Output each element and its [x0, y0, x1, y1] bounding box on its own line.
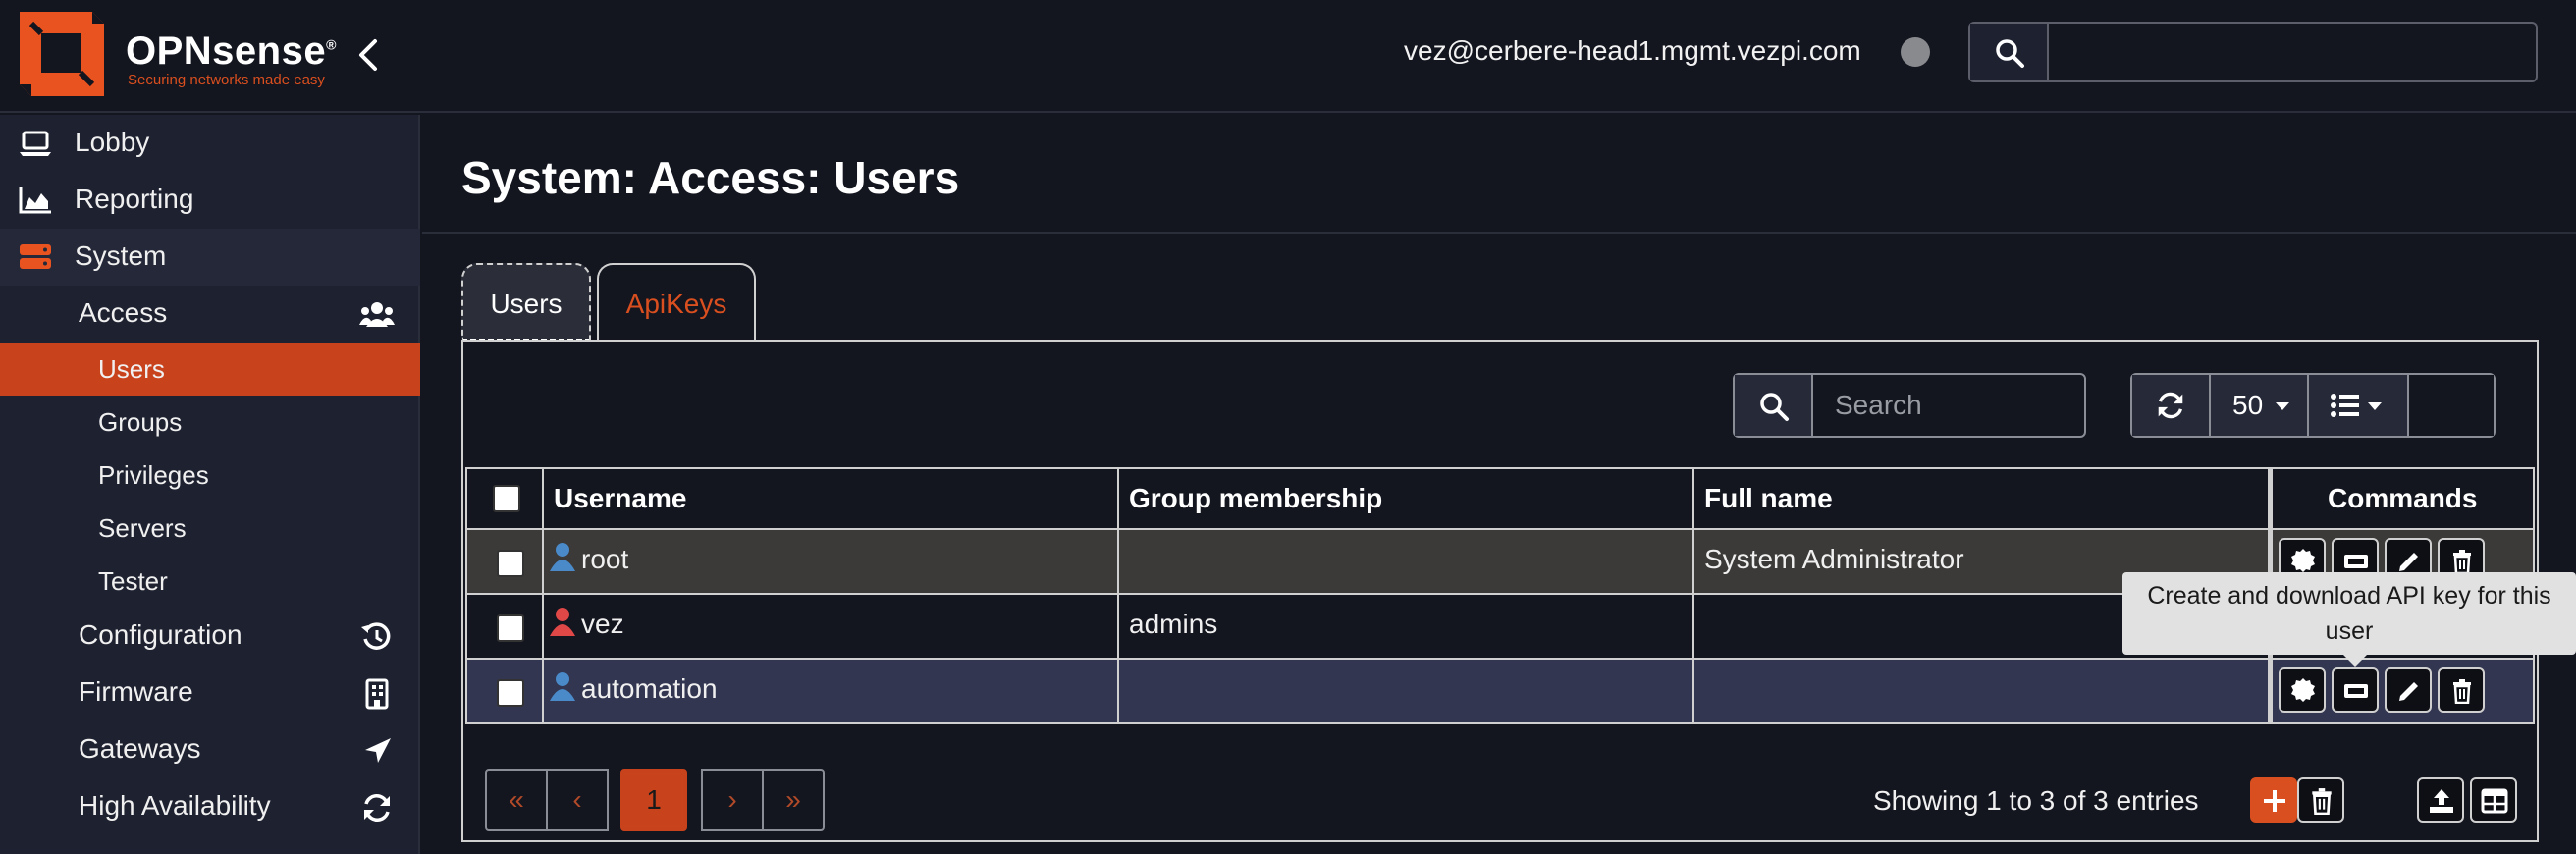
sidebar-item-lobby[interactable]: Lobby	[0, 115, 420, 172]
columns-dropdown[interactable]	[2309, 375, 2409, 436]
sidebar-item-users[interactable]: Users	[0, 343, 420, 396]
cell-username: automation	[544, 660, 1119, 724]
cell-fullname	[1694, 660, 2270, 724]
user-email[interactable]: vez@cerbere-head1.mgmt.vezpi.com	[1404, 35, 1861, 67]
server-icon	[20, 244, 51, 269]
caret-down-icon	[2368, 402, 2382, 410]
history-icon	[361, 622, 391, 650]
pagination-next[interactable]: ›	[701, 769, 764, 831]
cell-username: root	[544, 530, 1119, 595]
laptop-icon	[20, 131, 51, 156]
global-search[interactable]	[1968, 22, 2538, 82]
cell-commands	[2270, 660, 2535, 724]
pencil-icon	[2399, 553, 2418, 571]
tab-users[interactable]: Users	[461, 263, 591, 342]
refresh-button[interactable]	[2132, 375, 2211, 436]
sidebar: Lobby Reporting System Access Users Grou…	[0, 115, 420, 854]
sidebar-item-access[interactable]: Access	[0, 286, 420, 343]
status-indicator[interactable]	[1901, 37, 1930, 67]
search-icon	[1760, 393, 1789, 421]
user-icon	[550, 543, 575, 571]
top-bar: OPNsense® Securing networks made easy ve…	[0, 0, 2576, 113]
sidebar-item-firmware[interactable]: Firmware	[0, 665, 420, 721]
certificate-icon	[2291, 549, 2315, 572]
brand-tagline: Securing networks made easy	[128, 72, 325, 88]
row-checkbox[interactable]	[497, 614, 524, 642]
select-all-checkbox[interactable]	[493, 485, 520, 512]
users-icon	[359, 302, 395, 327]
cell-group	[1119, 660, 1694, 724]
ticket-icon	[2344, 684, 2368, 698]
column-header-commands: Commands	[2270, 467, 2535, 530]
search-icon	[1996, 39, 2024, 68]
sidebar-item-tester[interactable]: Tester	[0, 555, 420, 608]
cell-group: admins	[1119, 595, 1694, 660]
search-addon	[1970, 24, 2049, 80]
sidebar-item-groups[interactable]: Groups	[0, 396, 420, 449]
plus-icon	[2264, 790, 2285, 812]
pagination-page-1[interactable]: 1	[620, 769, 687, 831]
sidebar-item-reporting[interactable]: Reporting	[0, 172, 420, 229]
chevron-left-icon[interactable]	[353, 35, 383, 75]
entries-info: Showing 1 to 3 of 3 entries	[1873, 785, 2199, 816]
column-header-group[interactable]: Group membership	[1119, 467, 1694, 530]
sidebar-item-high-availability[interactable]: High Availability	[0, 778, 420, 835]
user-icon	[550, 672, 575, 701]
grid-search-input[interactable]	[1815, 375, 2082, 436]
trash-icon	[2312, 788, 2332, 815]
brand-name: OPNsense®	[126, 29, 337, 73]
building-icon	[365, 678, 389, 710]
toolbar-extra-button[interactable]	[2409, 375, 2494, 436]
table-icon	[2481, 788, 2508, 814]
cell-username: vez	[544, 595, 1119, 660]
pagination-first[interactable]: «	[485, 769, 548, 831]
edit-button[interactable]	[2385, 667, 2432, 713]
export-button[interactable]	[2417, 777, 2464, 823]
grid-search	[1733, 373, 2086, 438]
user-icon	[550, 608, 575, 636]
certificate-icon	[2291, 678, 2315, 702]
certificate-button[interactable]	[2279, 667, 2326, 713]
sidebar-item-gateways[interactable]: Gateways	[0, 721, 420, 778]
caret-down-icon	[2276, 402, 2289, 410]
upload-icon	[2430, 789, 2453, 813]
pagination-last[interactable]: »	[762, 769, 825, 831]
tab-apikeys[interactable]: ApiKeys	[597, 263, 756, 342]
delete-button[interactable]	[2438, 667, 2485, 713]
column-header-username[interactable]: Username	[544, 467, 1119, 530]
ticket-icon	[2344, 555, 2368, 568]
app-root: OPNsense® Securing networks made easy ve…	[0, 0, 2576, 854]
grid-search-addon	[1735, 375, 1813, 436]
cell-group	[1119, 530, 1694, 595]
refresh-icon	[2158, 392, 2183, 419]
add-user-button[interactable]	[2250, 777, 2297, 823]
row-checkbox[interactable]	[497, 550, 524, 577]
table-row[interactable]: automation	[465, 660, 2535, 724]
title-divider	[422, 232, 2576, 234]
api-key-tooltip: Create and download API key for this use…	[2122, 572, 2576, 667]
trash-icon	[2453, 550, 2471, 574]
sidebar-item-servers[interactable]: Servers	[0, 502, 420, 555]
column-header-fullname[interactable]: Full name	[1694, 467, 2270, 530]
delete-selected-button[interactable]	[2297, 777, 2344, 823]
pencil-icon	[2399, 682, 2418, 701]
page-title: System: Access: Users	[461, 152, 960, 203]
header-select-all	[465, 467, 544, 530]
list-icon	[2331, 394, 2359, 417]
refresh-icon	[364, 794, 390, 822]
sidebar-item-system[interactable]: System	[0, 229, 420, 286]
opnsense-logo[interactable]	[14, 6, 110, 102]
pagination-prev[interactable]: ‹	[546, 769, 609, 831]
table-view-button[interactable]	[2470, 777, 2517, 823]
rows-per-page-dropdown[interactable]: 50	[2211, 375, 2309, 436]
sidebar-item-configuration[interactable]: Configuration	[0, 608, 420, 665]
location-arrow-icon	[365, 738, 391, 763]
row-checkbox[interactable]	[497, 679, 524, 707]
area-chart-icon	[19, 187, 51, 214]
sidebar-item-privileges[interactable]: Privileges	[0, 449, 420, 502]
grid-toolbar: 50	[2130, 373, 2496, 438]
trash-icon	[2453, 679, 2471, 704]
